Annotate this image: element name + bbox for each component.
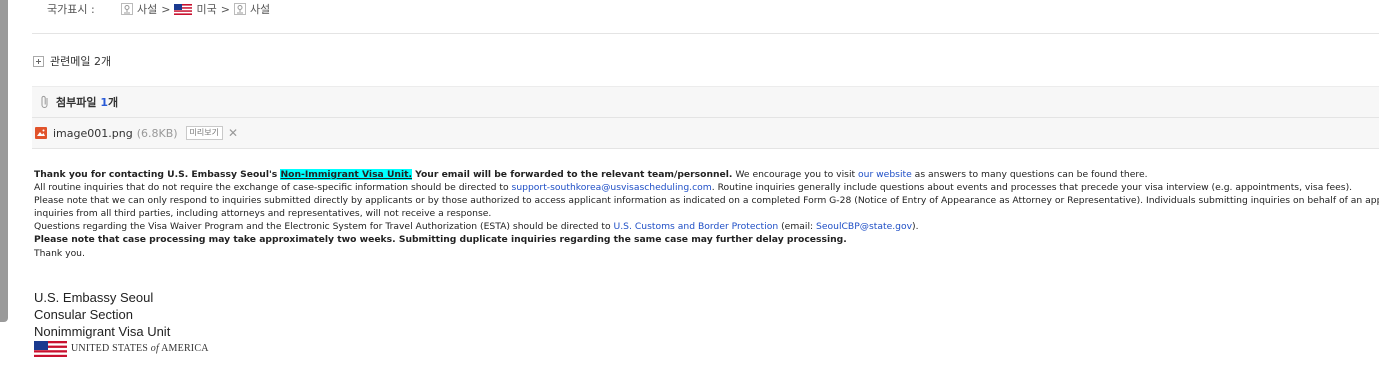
attachment-count-suffix: 개 xyxy=(107,96,119,109)
body-paragraph: All routine inquiries that do not requir… xyxy=(34,181,1379,194)
country-label: 국가표시 : xyxy=(47,3,95,16)
globe-icon xyxy=(121,3,133,15)
body-text: We encourage you to visit xyxy=(732,169,859,180)
body-text: inquiries from all third parties, includ… xyxy=(34,208,492,220)
body-text: . Routine inquiries generally include qu… xyxy=(711,182,1353,194)
preview-button[interactable]: 미리보기 xyxy=(185,126,223,140)
country-path-item: 사설 xyxy=(121,1,157,17)
path-separator: > xyxy=(161,2,171,16)
related-mail-label: 관련메일 2개 xyxy=(50,55,112,68)
usa-logo: UNITED STATES of AMERICA xyxy=(34,340,209,357)
signature-line: U.S. Embassy Seoul xyxy=(34,290,154,305)
attachment-item: image001.png (6.8KB) 미리보기 ✕ xyxy=(32,118,1379,149)
body-text: Your email will be forwarded to the rele… xyxy=(411,169,733,180)
body-text: Thank you for contacting U.S. Embassy Se… xyxy=(34,169,281,180)
country-indicator: 국가표시 : 사설 > 미국 > 사설 xyxy=(47,1,274,17)
remove-attachment-icon[interactable]: ✕ xyxy=(228,126,238,140)
body-text: Questions regarding the Visa Waiver Prog… xyxy=(34,221,614,233)
body-text: Please note that we can only respond to … xyxy=(34,195,1379,207)
usa-text-part: of xyxy=(150,343,159,354)
cbp-email-link[interactable]: SeoulCBP@state.gov xyxy=(816,221,912,232)
body-text: ). xyxy=(912,221,919,233)
body-text: (email: xyxy=(778,221,817,233)
country-path-item: 미국 xyxy=(174,1,217,17)
country-path-text: 미국 xyxy=(196,3,217,16)
us-flag-icon xyxy=(34,340,67,357)
attachment-header-label: 첨부파일 xyxy=(56,96,97,109)
signature-line: Nonimmigrant Visa Unit xyxy=(34,324,171,339)
divider xyxy=(32,33,1379,34)
body-paragraph: Please note that case processing may tak… xyxy=(34,234,847,246)
cbp-link[interactable]: U.S. Customs and Border Protection xyxy=(614,221,779,232)
attachment-filesize: (6.8KB) xyxy=(136,126,178,140)
country-path-text: 사설 xyxy=(137,3,158,16)
signature: U.S. Embassy Seoul Consular Section Noni… xyxy=(34,289,209,357)
related-mail-toggle[interactable]: 관련메일 2개 xyxy=(33,53,111,69)
usa-logo-text: UNITED STATES of AMERICA xyxy=(71,340,209,357)
attachment-filename-link[interactable]: image001.png xyxy=(53,127,133,140)
body-paragraph: inquiries from all third parties, includ… xyxy=(34,207,1379,220)
body-paragraph: Thank you. xyxy=(34,247,85,259)
attachment-count: 1 xyxy=(100,95,108,109)
country-path-text: 사설 xyxy=(249,3,271,16)
our-website-link[interactable]: our website xyxy=(858,169,912,180)
paperclip-icon xyxy=(41,95,48,108)
vertical-scrollbar[interactable] xyxy=(0,0,8,322)
body-text: All routine inquiries that do not requir… xyxy=(34,182,512,194)
body-paragraph: Please note that we can only respond to … xyxy=(34,194,1379,207)
highlighted-text: Non-Immigrant Visa Unit. xyxy=(280,169,412,180)
country-path-item: 사설 xyxy=(233,1,271,17)
usa-text-part: UNITED STATES xyxy=(71,343,151,354)
expand-plus-icon[interactable] xyxy=(33,55,44,67)
body-paragraph: Questions regarding the Visa Waiver Prog… xyxy=(34,220,1379,233)
usa-text-part: AMERICA xyxy=(158,343,209,354)
body-paragraph: Thank you for contacting U.S. Embassy Se… xyxy=(34,168,1379,181)
path-separator: > xyxy=(220,2,230,16)
email-body: Thank you for contacting U.S. Embassy Se… xyxy=(34,168,1379,260)
globe-icon xyxy=(233,3,246,15)
attachment-header: 첨부파일 1개 xyxy=(32,86,1379,118)
us-flag-icon xyxy=(174,3,193,15)
body-text: as answers to many questions can be foun… xyxy=(911,169,1148,180)
image-file-icon xyxy=(35,127,47,139)
support-email-link[interactable]: support-southkorea@usvisascheduling.com xyxy=(512,182,712,193)
signature-line: Consular Section xyxy=(34,307,133,322)
